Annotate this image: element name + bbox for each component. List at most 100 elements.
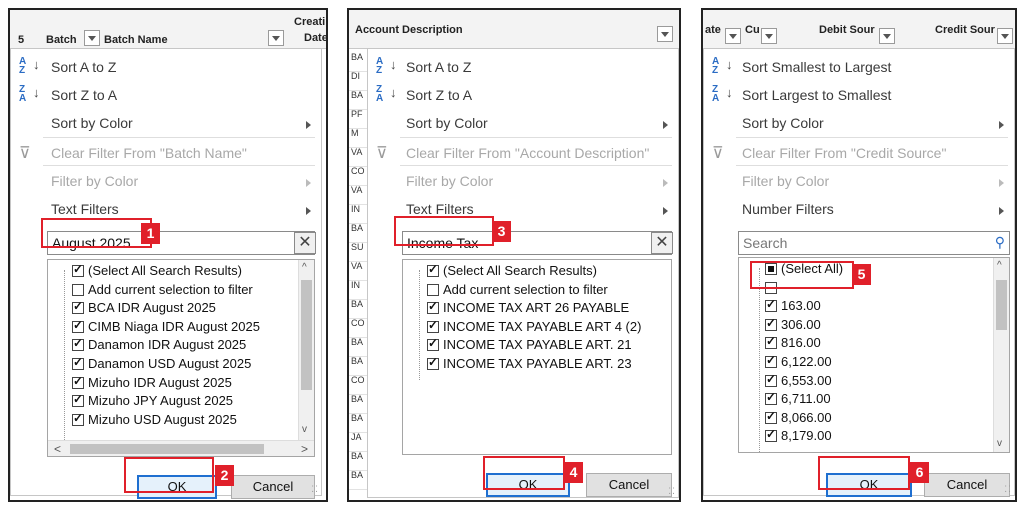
item-checkbox[interactable] xyxy=(765,390,777,406)
scroll-thumb[interactable] xyxy=(996,280,1007,330)
cancel-button[interactable]: Cancel xyxy=(586,473,672,497)
vertical-scrollbar[interactable]: ^ v xyxy=(298,260,314,440)
clear-filter-icon: ⊽ xyxy=(19,145,31,162)
menu-sort-smallest-to-largest[interactable]: Sort Smallest to Largest xyxy=(742,59,891,75)
item-checkbox[interactable] xyxy=(72,411,84,426)
item-checkbox[interactable] xyxy=(765,427,777,443)
clear-filter-icon: ⊽ xyxy=(712,145,724,162)
item-checkbox[interactable] xyxy=(765,297,777,313)
clear-search-icon[interactable]: ✕ xyxy=(294,232,316,254)
search-placeholder: Search xyxy=(743,235,788,251)
item-label: 6,711.00 xyxy=(781,391,831,407)
scroll-down-icon[interactable]: v xyxy=(997,438,1002,449)
item-checkbox[interactable] xyxy=(427,262,439,277)
batch-name-filter-dropdown[interactable] xyxy=(268,30,284,46)
item-checkbox[interactable] xyxy=(427,283,439,296)
menu-separator xyxy=(43,137,315,138)
menu-clear-filter: Clear Filter From "Credit Source" xyxy=(742,145,947,161)
item-checkbox[interactable] xyxy=(72,392,84,408)
item-checkbox[interactable] xyxy=(427,336,439,352)
item-checkbox[interactable] xyxy=(72,336,84,352)
step-badge-6: 6 xyxy=(910,462,929,483)
row-stub-cell: BA xyxy=(349,337,369,357)
batch-filter-dropdown[interactable] xyxy=(84,30,100,46)
ok-button[interactable]: OK xyxy=(486,473,570,497)
clear-search-icon[interactable]: ✕ xyxy=(651,232,673,254)
item-checkbox[interactable] xyxy=(72,355,84,370)
item-checkbox[interactable] xyxy=(765,334,777,350)
item-checkbox[interactable] xyxy=(765,409,777,424)
row-stub-cell: VA xyxy=(349,185,369,205)
item-checkbox[interactable] xyxy=(427,355,439,370)
debit-source-filter-dropdown[interactable] xyxy=(879,28,895,44)
resize-grip-icon[interactable]: ⁚⁚ xyxy=(1004,484,1012,495)
scroll-left-icon[interactable]: < xyxy=(54,442,61,456)
cancel-button[interactable]: Cancel xyxy=(924,473,1010,497)
currency-filter-dropdown[interactable] xyxy=(761,28,777,44)
menu-sort-by-color[interactable]: Sort by Color xyxy=(406,115,488,131)
row-stub-cell: BA xyxy=(349,52,369,72)
tree-line xyxy=(64,270,65,440)
menu-separator xyxy=(43,165,315,166)
cancel-button[interactable]: Cancel xyxy=(231,475,315,499)
credit-source-filter-dropdown[interactable] xyxy=(997,28,1013,44)
header-account-description: Account Description xyxy=(355,24,463,36)
item-checkbox[interactable] xyxy=(72,318,84,333)
scroll-down-icon[interactable]: v xyxy=(302,424,307,435)
sort-ascending-icon: AZ xyxy=(376,56,384,76)
menu-sort-by-color[interactable]: Sort by Color xyxy=(742,115,824,131)
item-checkbox[interactable] xyxy=(72,299,84,315)
scroll-right-icon[interactable]: > xyxy=(301,442,308,456)
account-description-filter-dropdown[interactable] xyxy=(657,26,673,42)
menu-sort-largest-to-smallest[interactable]: Sort Largest to Smallest xyxy=(742,87,891,103)
item-checkbox[interactable] xyxy=(765,372,777,387)
tree-line xyxy=(419,270,420,380)
submenu-arrow-icon xyxy=(663,121,668,129)
ok-button[interactable]: OK xyxy=(137,475,217,499)
menu-number-filters[interactable]: Number Filters xyxy=(742,201,834,217)
menu-sort-a-to-z[interactable]: Sort A to Z xyxy=(406,59,471,75)
search-input[interactable]: Income Tax xyxy=(402,231,672,255)
sort-arrow-icon: ↓ xyxy=(33,85,40,100)
scroll-up-icon[interactable]: ^ xyxy=(997,260,1002,271)
menu-separator xyxy=(736,137,1008,138)
resize-grip-icon[interactable]: ⁚⁚ xyxy=(668,486,676,497)
item-label: CIMB Niaga IDR August 2025 xyxy=(88,318,260,334)
item-checkbox[interactable] xyxy=(427,299,439,315)
ok-button[interactable]: OK xyxy=(826,473,912,497)
scroll-thumb[interactable] xyxy=(301,280,312,390)
scroll-thumb[interactable] xyxy=(70,444,264,454)
item-checkbox[interactable] xyxy=(765,263,777,275)
menu-sort-z-to-a[interactable]: Sort Z to A xyxy=(406,87,472,103)
filter-values-list: (Select All Search Results) Add current s… xyxy=(402,259,672,455)
menu-text-filters[interactable]: Text Filters xyxy=(406,201,474,217)
horizontal-scrollbar[interactable]: < > xyxy=(48,440,314,456)
vertical-scrollbar[interactable]: ^ v xyxy=(993,258,1009,452)
step-badge-3: 3 xyxy=(492,221,511,242)
header-debit-source: Debit Sour xyxy=(819,24,875,36)
menu-sort-by-color[interactable]: Sort by Color xyxy=(51,115,133,131)
item-checkbox[interactable] xyxy=(427,318,439,333)
item-checkbox[interactable] xyxy=(765,281,777,294)
submenu-arrow-icon xyxy=(999,207,1004,215)
item-label: INCOME TAX PAYABLE ART 4 (2) xyxy=(443,318,642,334)
search-input[interactable]: August 2025 xyxy=(47,231,315,255)
menu-sort-a-to-z[interactable]: Sort A to Z xyxy=(51,59,116,75)
submenu-arrow-icon xyxy=(306,121,311,129)
resize-grip-icon[interactable]: ⁚⁚ xyxy=(311,484,319,495)
item-checkbox[interactable] xyxy=(765,316,777,331)
item-checkbox[interactable] xyxy=(72,374,84,389)
item-checkbox[interactable] xyxy=(765,353,777,368)
item-checkbox[interactable] xyxy=(72,262,84,277)
scroll-up-icon[interactable]: ^ xyxy=(302,262,307,273)
row-stub-cell: IN xyxy=(349,204,369,224)
search-input[interactable]: Search ⚲ xyxy=(738,231,1010,255)
item-checkbox[interactable] xyxy=(72,283,84,296)
row-stub-cell: BA xyxy=(349,413,369,433)
row-stub-cell: VA xyxy=(349,147,369,167)
header-currency: Cu xyxy=(745,24,760,36)
menu-text-filters[interactable]: Text Filters xyxy=(51,201,119,217)
date-filter-dropdown[interactable] xyxy=(725,28,741,44)
menu-sort-z-to-a[interactable]: Sort Z to A xyxy=(51,87,117,103)
submenu-arrow-icon xyxy=(306,207,311,215)
